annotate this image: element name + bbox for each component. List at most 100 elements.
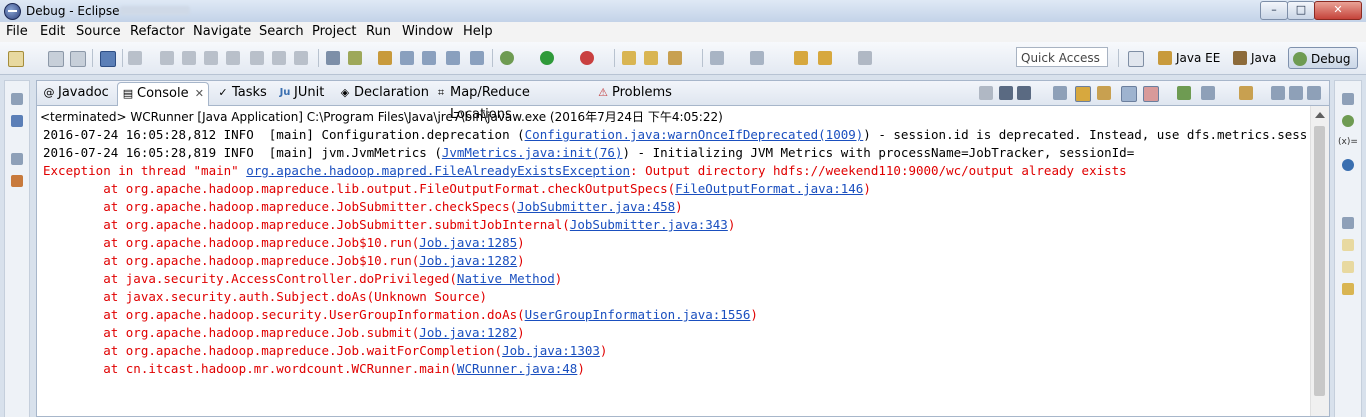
console-output[interactable]: 2016-07-24 16:05:28,812 INFO [main] Conf… bbox=[43, 126, 1307, 416]
menu-window[interactable]: Window bbox=[402, 24, 453, 39]
menu-navigate[interactable]: Navigate bbox=[193, 24, 251, 39]
view-menu-icon[interactable] bbox=[1271, 86, 1285, 100]
perspective-java[interactable]: Java bbox=[1229, 47, 1281, 69]
file-icon[interactable] bbox=[1342, 283, 1354, 295]
vertical-scrollbar[interactable] bbox=[1310, 106, 1329, 416]
run-icon[interactable] bbox=[540, 51, 554, 65]
tab-declaration[interactable]: ◈ Declaration bbox=[335, 82, 429, 104]
stack-trace-link[interactable]: Job.java:1285 bbox=[419, 235, 517, 250]
stack-trace-link[interactable]: FileOutputFormat.java:146 bbox=[675, 181, 863, 196]
minimize-view-icon[interactable] bbox=[1289, 86, 1303, 100]
forward-icon[interactable] bbox=[858, 51, 872, 65]
outline-icon[interactable] bbox=[11, 115, 23, 127]
breadcrumb-icon[interactable] bbox=[446, 51, 460, 65]
scroll-lock-icon[interactable] bbox=[1075, 86, 1091, 102]
new-class-icon[interactable] bbox=[668, 51, 682, 65]
restore-icon[interactable] bbox=[11, 153, 23, 165]
show-stdout-icon[interactable] bbox=[1121, 86, 1137, 102]
external-tools-icon[interactable] bbox=[580, 51, 594, 65]
previous-annotation-icon[interactable] bbox=[750, 51, 764, 65]
save-all-icon[interactable] bbox=[70, 51, 86, 67]
stack-trace-link[interactable]: Configuration.java:warnOnceIfDeprecated(… bbox=[525, 127, 864, 142]
quick-access-input[interactable]: Quick Access bbox=[1016, 47, 1108, 67]
scroll-up-icon[interactable] bbox=[1315, 112, 1325, 118]
save-icon[interactable] bbox=[48, 51, 64, 67]
close-icon[interactable]: ✕ bbox=[195, 83, 204, 105]
file-icon[interactable] bbox=[1342, 239, 1354, 251]
perspective-java-ee[interactable]: Java EE bbox=[1154, 47, 1225, 69]
remove-launch-icon[interactable] bbox=[999, 86, 1013, 100]
back-icon[interactable] bbox=[818, 51, 832, 65]
new-java-project-icon[interactable] bbox=[622, 51, 636, 65]
debug-icon[interactable] bbox=[500, 51, 514, 65]
stack-trace-link[interactable]: Native Method bbox=[457, 271, 555, 286]
display-console-icon[interactable] bbox=[1201, 86, 1215, 100]
skip-breakpoints-icon[interactable] bbox=[128, 51, 142, 65]
print-icon[interactable] bbox=[100, 51, 116, 67]
menu-source[interactable]: Source bbox=[76, 24, 121, 39]
stack-trace-link[interactable]: Job.java:1282 bbox=[419, 325, 517, 340]
restore-icon[interactable] bbox=[11, 93, 23, 105]
stack-trace-link[interactable]: Job.java:1303 bbox=[502, 343, 600, 358]
pin-console-icon[interactable] bbox=[1177, 86, 1191, 100]
maximize-button[interactable]: □ bbox=[1287, 1, 1315, 20]
breakpoints-icon[interactable] bbox=[1342, 159, 1354, 171]
maximize-view-icon[interactable] bbox=[1307, 86, 1321, 100]
new-package-icon[interactable] bbox=[644, 51, 658, 65]
next-annotation-icon[interactable] bbox=[710, 51, 724, 65]
disconnect-icon[interactable] bbox=[226, 51, 240, 65]
open-console-icon[interactable] bbox=[1239, 86, 1253, 100]
tab-console[interactable]: ▤ Console ✕ bbox=[117, 82, 209, 106]
restore-icon[interactable] bbox=[1342, 217, 1354, 229]
menu-run[interactable]: Run bbox=[366, 24, 391, 39]
stack-trace-link[interactable]: org.apache.hadoop.mapred.FileAlreadyExis… bbox=[246, 163, 630, 178]
menu-search[interactable]: Search bbox=[259, 24, 304, 39]
toolbar-separator bbox=[1118, 49, 1119, 67]
restore-icon[interactable] bbox=[1342, 93, 1354, 105]
menu-file[interactable]: File bbox=[6, 24, 28, 39]
stack-trace-link[interactable]: JobSubmitter.java:458 bbox=[517, 199, 675, 214]
hierarchy-icon[interactable] bbox=[11, 175, 23, 187]
terminate-icon[interactable] bbox=[204, 51, 218, 65]
open-perspective-icon[interactable] bbox=[1128, 51, 1144, 67]
suspend-icon[interactable] bbox=[182, 51, 196, 65]
word-wrap-console-icon[interactable] bbox=[1097, 86, 1111, 100]
terminate-icon[interactable] bbox=[979, 86, 993, 100]
toggle-block-icon[interactable] bbox=[400, 51, 414, 65]
minimize-button[interactable]: – bbox=[1260, 1, 1288, 20]
whitespace-icon[interactable] bbox=[422, 51, 436, 65]
tab-junit[interactable]: Ju JUnit bbox=[275, 82, 335, 104]
open-type-icon[interactable] bbox=[348, 51, 362, 65]
perspective-debug[interactable]: Debug bbox=[1288, 47, 1358, 69]
file-icon[interactable] bbox=[1342, 261, 1354, 273]
use-step-filters-icon[interactable] bbox=[326, 51, 340, 65]
menu-refactor[interactable]: Refactor bbox=[130, 24, 185, 39]
remove-all-terminated-icon[interactable] bbox=[1017, 86, 1031, 100]
show-stderr-icon[interactable] bbox=[1143, 86, 1159, 102]
tab-javadoc[interactable]: @ Javadoc bbox=[39, 82, 115, 104]
menu-project[interactable]: Project bbox=[312, 24, 356, 39]
new-icon[interactable] bbox=[8, 51, 24, 67]
stack-trace-link[interactable]: UserGroupInformation.java:1556 bbox=[525, 307, 751, 322]
step-into-icon[interactable] bbox=[250, 51, 264, 65]
menu-help[interactable]: Help bbox=[463, 24, 493, 39]
tab-map-reduce-locations[interactable]: ⌗ Map/Reduce Locations bbox=[431, 82, 589, 122]
variables-icon[interactable]: (x)= bbox=[1338, 137, 1358, 147]
debug-view-icon[interactable] bbox=[1342, 115, 1354, 127]
stack-trace-link[interactable]: JvmMetrics.java:init(76) bbox=[442, 145, 623, 160]
last-edit-location-icon[interactable] bbox=[794, 51, 808, 65]
stack-trace-link[interactable]: Job.java:1282 bbox=[419, 253, 517, 268]
resume-icon[interactable] bbox=[160, 51, 174, 65]
close-button[interactable]: ✕ bbox=[1314, 1, 1362, 20]
step-return-icon[interactable] bbox=[294, 51, 308, 65]
step-over-icon[interactable] bbox=[272, 51, 286, 65]
tab-problems[interactable]: ⚠ Problems bbox=[593, 82, 677, 104]
menu-edit[interactable]: Edit bbox=[40, 24, 65, 39]
clear-console-icon[interactable] bbox=[1053, 86, 1067, 100]
word-wrap-icon[interactable] bbox=[470, 51, 484, 65]
tab-tasks[interactable]: ✓ Tasks bbox=[213, 82, 273, 104]
stack-trace-link[interactable]: WCRunner.java:48 bbox=[457, 361, 577, 376]
stack-trace-link[interactable]: JobSubmitter.java:343 bbox=[570, 217, 728, 232]
toggle-mark-icon[interactable] bbox=[378, 51, 392, 65]
scrollbar-thumb[interactable] bbox=[1314, 126, 1325, 396]
